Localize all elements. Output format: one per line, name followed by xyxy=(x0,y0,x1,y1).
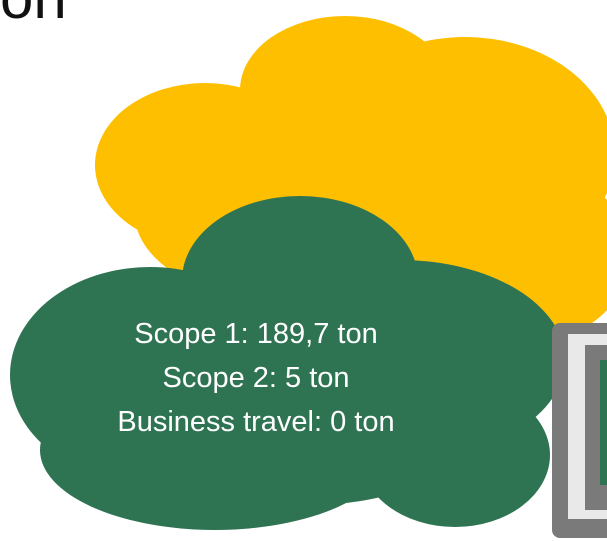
emissions-summary: Scope 1: 189,7 ton Scope 2: 5 ton Busine… xyxy=(56,312,456,444)
slide-canvas: on Scope 1: 189,7 ton xyxy=(0,0,607,541)
scope-2-line: Scope 2: 5 ton xyxy=(162,362,350,394)
clouds-graphic xyxy=(10,16,607,538)
scope-1-line: Scope 1: 189,7 ton xyxy=(134,318,378,350)
framed-box xyxy=(552,323,607,538)
business-travel-line: Business travel: 0 ton xyxy=(117,406,395,438)
